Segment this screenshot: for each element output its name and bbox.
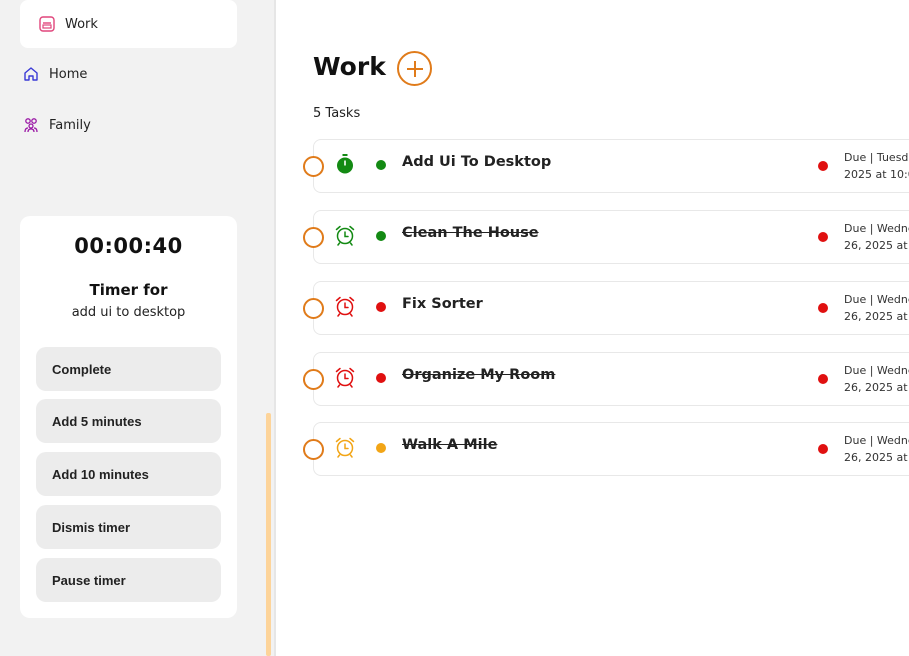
dismiss-timer-button[interactable]: Dismis timer xyxy=(36,505,221,549)
due-status-dot xyxy=(818,303,828,313)
timer-task-name: add ui to desktop xyxy=(71,305,186,320)
due-status-dot xyxy=(818,444,828,454)
task-title[interactable]: Clean The House xyxy=(402,225,539,241)
task-title[interactable]: Add Ui To Desktop xyxy=(402,154,551,170)
page-title: Work xyxy=(313,52,386,81)
sidebar-item-label: Work xyxy=(65,16,98,32)
sidebar-divider xyxy=(274,0,276,656)
due-date-line: 26, 2025 at 1 xyxy=(844,451,909,464)
task-title[interactable]: Fix Sorter xyxy=(402,296,483,312)
due-date: Due | Tuesd 2025 at 10:0 xyxy=(844,149,909,183)
sidebar-item-home[interactable]: Home xyxy=(20,52,237,96)
complete-button[interactable]: Complete xyxy=(36,347,221,391)
due-date: Due | Wedne 26, 2025 at 1 xyxy=(844,432,909,466)
timer-card: 00:00:40 Timer for add ui to desktop Com… xyxy=(20,216,237,618)
task-count: 5 Tasks xyxy=(313,106,361,121)
due-date-line: 2025 at 10:0 xyxy=(844,168,909,181)
priority-dot xyxy=(376,443,386,453)
task-title[interactable]: Walk A Mile xyxy=(402,437,497,453)
add-5-minutes-button[interactable]: Add 5 minutes xyxy=(36,399,221,443)
priority-dot xyxy=(376,302,386,312)
priority-dot xyxy=(376,373,386,383)
sidebar-item-label: Family xyxy=(49,117,91,133)
stopwatch-icon[interactable] xyxy=(334,153,356,175)
timer-heading: Timer for xyxy=(89,281,168,299)
alarm-clock-icon[interactable] xyxy=(334,295,356,317)
task-complete-checkbox[interactable] xyxy=(303,227,324,248)
alarm-clock-icon[interactable] xyxy=(334,436,356,458)
due-status-dot xyxy=(818,374,828,384)
add-10-minutes-button[interactable]: Add 10 minutes xyxy=(36,452,221,496)
sidebar-item-work[interactable]: Work xyxy=(20,0,237,48)
due-status-dot xyxy=(818,161,828,171)
due-date: Due | Wedne 26, 2025 at 1 xyxy=(844,220,909,254)
due-status-dot xyxy=(818,232,828,242)
task-title[interactable]: Organize My Room xyxy=(402,367,555,383)
timer-display: 00:00:40 xyxy=(74,234,183,258)
task-complete-checkbox[interactable] xyxy=(303,369,324,390)
due-date-line: Due | Wedne xyxy=(844,434,909,447)
alarm-clock-icon[interactable] xyxy=(334,366,356,388)
pause-timer-button[interactable]: Pause timer xyxy=(36,558,221,602)
alarm-clock-icon[interactable] xyxy=(334,224,356,246)
family-icon xyxy=(22,116,40,134)
home-icon xyxy=(22,65,40,83)
due-date: Due | Wedne 26, 2025 at 1 xyxy=(844,362,909,396)
add-task-button[interactable] xyxy=(397,51,432,86)
plus-icon xyxy=(406,60,423,77)
due-date-line: 26, 2025 at 1 xyxy=(844,239,909,252)
due-date-line: 26, 2025 at 1 xyxy=(844,310,909,323)
sidebar-scrollbar[interactable] xyxy=(266,413,271,656)
due-date-line: Due | Wedne xyxy=(844,364,909,377)
task-complete-checkbox[interactable] xyxy=(303,156,324,177)
task-complete-checkbox[interactable] xyxy=(303,298,324,319)
due-date-line: 26, 2025 at 1 xyxy=(844,381,909,394)
due-date-line: Due | Wedne xyxy=(844,222,909,235)
sidebar-item-family[interactable]: Family xyxy=(20,103,237,147)
due-date-line: Due | Wedne xyxy=(844,293,909,306)
task-complete-checkbox[interactable] xyxy=(303,439,324,460)
due-date-line: Due | Tuesd xyxy=(844,151,909,164)
sidebar-item-label: Home xyxy=(49,66,88,82)
priority-dot xyxy=(376,160,386,170)
due-date: Due | Wedne 26, 2025 at 1 xyxy=(844,291,909,325)
priority-dot xyxy=(376,231,386,241)
work-list-icon xyxy=(38,15,56,33)
